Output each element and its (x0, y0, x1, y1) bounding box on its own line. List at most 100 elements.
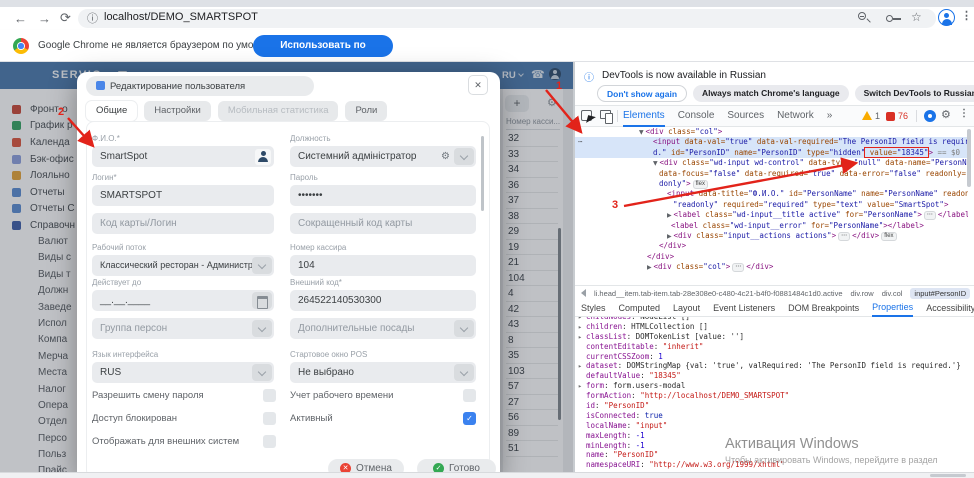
person-group-select[interactable]: Группа персон (92, 318, 274, 339)
position-select[interactable]: Системний адміністратор⚙ (290, 146, 476, 167)
modal-tab--[interactable]: Настройки (144, 101, 211, 121)
chevron-down-icon[interactable] (252, 257, 272, 274)
inline-badge[interactable]: flex (881, 232, 896, 241)
elements-tree-node[interactable]: <label class="wd-input__error" for="Pers… (575, 221, 968, 231)
chevron-down-icon[interactable] (454, 148, 474, 165)
gear-icon[interactable]: ⚙ (441, 146, 450, 167)
expand-arrow-icon[interactable]: ▸ (578, 323, 586, 332)
elements-tree-node[interactable]: ▶ <div class="input__actions actions">⋯<… (575, 231, 968, 241)
breadcrumb-item[interactable]: div.col (882, 289, 903, 298)
property-row[interactable]: contentEditable: "inherit" (578, 342, 971, 352)
breadcrumb-scroll-icon[interactable] (581, 289, 586, 297)
checkbox[interactable]: ✓ (463, 412, 476, 425)
workflow-select[interactable]: Классический ресторан - Администратор (92, 255, 274, 276)
profile-avatar[interactable] (938, 9, 955, 26)
elements-tree-node[interactable]: ▼ <div class="col"> (575, 127, 968, 137)
devtools-settings-icon[interactable]: ⚙ (941, 108, 951, 121)
login-input[interactable]: SMARTSPOT (92, 185, 274, 206)
error-count[interactable]: 76 (898, 111, 908, 121)
use-default-button[interactable]: Использовать по умолчанию (253, 35, 393, 57)
password-input[interactable]: ••••••• (290, 185, 476, 206)
devtools-tab-sources[interactable]: Sources (727, 106, 764, 127)
page-info-icon[interactable]: ⓘ (87, 10, 98, 26)
panel-tab-accessibility[interactable]: Accessibility (926, 301, 974, 316)
elements-tree-node[interactable]: d." id="PersonID" name="PersonID" type="… (575, 148, 968, 158)
property-row[interactable]: currentCSSZoom: 1 (578, 352, 971, 362)
elements-tree-node[interactable]: </div> (575, 241, 968, 251)
browser-menu-icon[interactable]: ⋮ (961, 9, 972, 22)
inline-badge[interactable]: flex (693, 180, 708, 189)
elements-tree-node[interactable]: <input data-title="Ф.И.О." id="PersonNam… (575, 189, 968, 199)
person-icon[interactable] (255, 149, 271, 165)
panel-tab-event-listeners[interactable]: Event Listeners (713, 301, 775, 316)
checkbox[interactable] (263, 435, 276, 448)
expand-arrow-icon[interactable]: ▸ (578, 362, 586, 371)
device-toolbar-icon[interactable] (600, 110, 611, 119)
password-key-icon[interactable] (886, 15, 893, 22)
back-icon[interactable]: ← (14, 7, 27, 30)
bottom-scrollbar-thumb[interactable] (930, 474, 966, 477)
devtools-notification-button[interactable]: Switch DevTools to Russian (855, 85, 974, 102)
devtools-notification-button[interactable]: Don't show again (597, 85, 687, 102)
fio-input[interactable]: SmartSpot (92, 146, 274, 167)
close-icon[interactable]: ✕ (468, 75, 488, 95)
elements-tree-node[interactable]: donly">flex (575, 179, 968, 189)
devtools-menu-icon[interactable]: ⋮ (959, 108, 969, 119)
breadcrumb-item[interactable]: div.row (851, 289, 874, 298)
card-code-input[interactable]: Код карты/Логин (92, 213, 274, 234)
expand-arrow-icon[interactable]: ▸ (578, 382, 586, 391)
short-card-code-input[interactable]: Сокращенный код карты (290, 213, 476, 234)
inline-badge[interactable]: ⋯ (924, 211, 936, 220)
panel-tab-dom-breakpoints[interactable]: DOM Breakpoints (788, 301, 859, 316)
inline-badge[interactable]: ⋯ (838, 232, 850, 241)
external-code-input[interactable]: 264522140530300 (290, 290, 476, 311)
start-window-select[interactable]: Не выбрано (290, 362, 476, 383)
forward-icon[interactable]: → (38, 7, 51, 30)
property-row[interactable]: isConnected: true (578, 411, 971, 421)
property-row[interactable]: localName: "input" (578, 421, 971, 431)
chevron-down-icon[interactable] (252, 320, 272, 337)
devtools-notification-button[interactable]: Always match Chrome's language (693, 85, 849, 102)
modal-tab--[interactable]: Общие (86, 101, 137, 121)
reload-icon[interactable]: ⟳ (60, 7, 71, 30)
panel-tab-computed[interactable]: Computed (619, 301, 661, 316)
modal-tab--[interactable]: Роли (345, 101, 387, 121)
inspect-element-icon[interactable] (581, 110, 592, 121)
panel-tab-layout[interactable]: Layout (673, 301, 700, 316)
devtools-tab-network[interactable]: Network (777, 106, 814, 127)
modal-tab--[interactable]: Мобильная статистика (218, 101, 339, 121)
devtools-tab--[interactable]: » (827, 106, 833, 127)
devtools-update-icon[interactable] (924, 110, 936, 122)
zoom-icon[interactable] (858, 12, 866, 20)
warning-icon[interactable] (862, 111, 872, 120)
elements-tree-node[interactable]: "readonly" required="required" type="tex… (575, 200, 968, 210)
panel-tab-properties[interactable]: Properties (872, 300, 913, 317)
calendar-icon[interactable] (252, 292, 272, 309)
error-icon[interactable] (886, 112, 895, 121)
inline-badge[interactable]: ⋯ (732, 263, 744, 272)
interface-language-select[interactable]: RUS (92, 362, 274, 383)
expand-arrow-icon[interactable]: ▸ (578, 333, 586, 342)
more-actions-icon[interactable]: ⋯ (578, 137, 583, 147)
breadcrumb-item[interactable]: input#PersonID (910, 288, 970, 299)
chevron-down-icon[interactable] (454, 364, 474, 381)
property-row[interactable]: ▸children: HTMLCollection [] (578, 322, 971, 332)
chevron-down-icon[interactable] (252, 364, 272, 381)
elements-tree-node[interactable]: ▶ <div class="col">⋯</div> (575, 262, 968, 272)
bottom-scrollbar-track[interactable] (0, 472, 974, 478)
property-row[interactable]: defaultValue: "18345" (578, 371, 971, 381)
property-row[interactable]: ▸dataset: DOMStringMap {val: 'true', val… (578, 361, 971, 371)
elements-tree-node[interactable]: ⋯<input data-val="true" data-val-require… (575, 137, 968, 147)
elements-tree-node[interactable]: </div> (575, 252, 968, 262)
devtools-tab-elements[interactable]: Elements (623, 106, 665, 127)
valid-until-input[interactable]: __.__.____ (92, 290, 274, 311)
elements-scrollbar[interactable] (967, 129, 971, 187)
checkbox[interactable] (463, 389, 476, 402)
warning-count[interactable]: 1 (875, 111, 880, 121)
cashier-number-input[interactable]: 104 (290, 255, 476, 276)
url-text[interactable]: localhost/DEMO_SMARTSPOT (104, 11, 258, 23)
checkbox[interactable] (263, 389, 276, 402)
breadcrumb-item[interactable]: li.head__item.tab-item.tab-28e308e0-c480… (594, 289, 843, 298)
property-row[interactable]: id: "PersonID" (578, 401, 971, 411)
property-row[interactable]: ▸form: form.users-modal (578, 381, 971, 391)
